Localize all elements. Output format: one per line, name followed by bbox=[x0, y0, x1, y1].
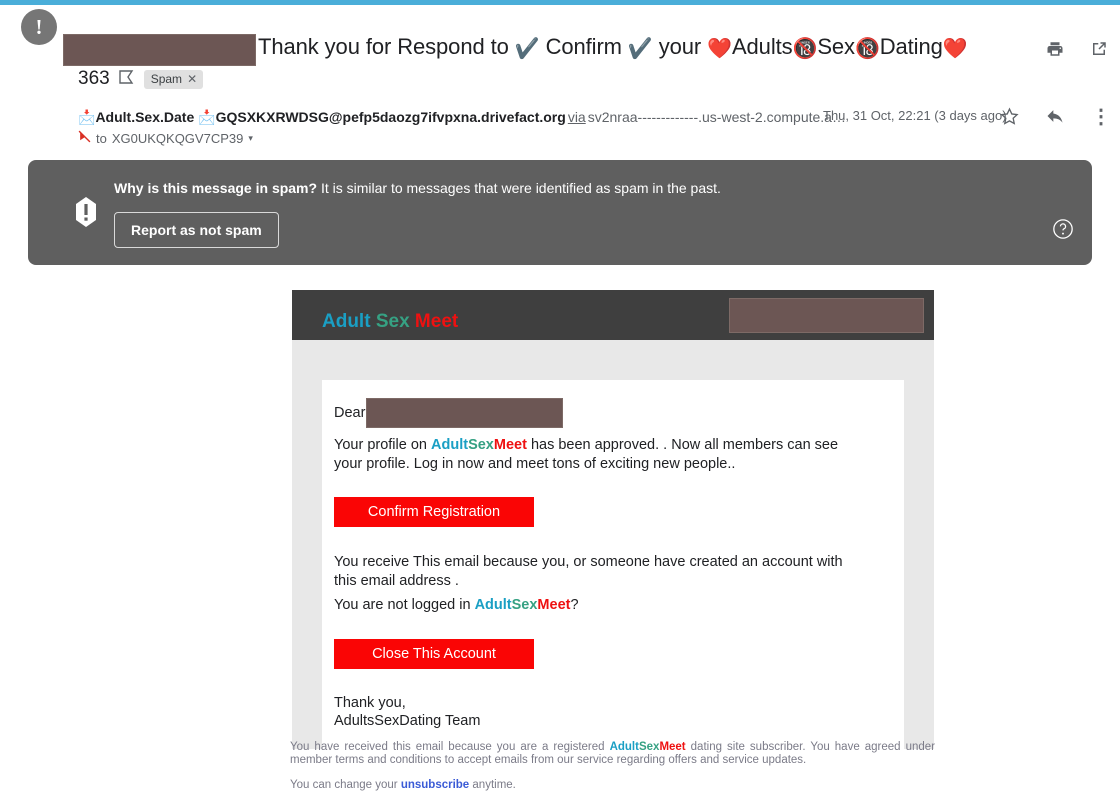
check-mark-icon-2: ✔️ bbox=[627, 38, 653, 60]
inline-brand-2-word-1: Adult bbox=[474, 597, 512, 613]
paragraph-3-before: You are not logged in bbox=[334, 597, 475, 613]
help-icon[interactable] bbox=[1052, 218, 1074, 240]
close-icon[interactable]: ✕ bbox=[187, 72, 197, 86]
subject-text-part-5: Sex bbox=[817, 34, 855, 59]
message-action-buttons: ⋮ bbox=[996, 103, 1114, 129]
inline-brand-2: AdultSexMeet bbox=[475, 597, 571, 613]
paragraph-3-after: ? bbox=[570, 597, 579, 613]
print-icon[interactable] bbox=[1042, 36, 1068, 62]
subject-redaction-block bbox=[63, 34, 256, 66]
signoff-line-2: AdultsSexDating Team bbox=[334, 713, 481, 729]
avatar-alert-glyph: ! bbox=[35, 14, 43, 39]
sender-display-name[interactable]: Adult.Sex.Date bbox=[95, 109, 194, 125]
eighteen-plus-icon-1: 🔞 bbox=[792, 38, 818, 60]
inline-brand-2-word-2: Sex bbox=[511, 597, 538, 613]
email-content-area: Dear Your profile on AdultSexMeet has be… bbox=[292, 340, 934, 749]
spam-label-text: Spam bbox=[150, 71, 183, 86]
greeting-label: Dear bbox=[334, 405, 366, 421]
inbox-icon bbox=[119, 68, 135, 90]
heart-icon-1: ❤️ bbox=[707, 38, 732, 60]
star-icon[interactable] bbox=[996, 103, 1022, 129]
inline-brand-1: AdultSexMeet bbox=[431, 437, 527, 453]
spam-label-chip[interactable]: Spam ✕ bbox=[143, 69, 204, 89]
envelope-icon-1: 📩 bbox=[78, 109, 96, 125]
greeting-redaction-block bbox=[366, 398, 564, 428]
subject-action-buttons bbox=[1042, 36, 1112, 62]
footer-line-2-before: You can change your bbox=[290, 779, 401, 791]
spam-reason-question: Why is this message in spam? bbox=[114, 180, 318, 196]
paragraph-account-notice: You receive This email because you, or s… bbox=[334, 553, 868, 590]
unsubscribe-link[interactable]: unsubscribe bbox=[401, 779, 469, 791]
chevron-down-icon[interactable]: ▾ bbox=[248, 130, 253, 147]
open-in-new-window-icon[interactable] bbox=[1086, 36, 1112, 62]
message-timestamp: Thu, 31 Oct, 22:21 (3 days ago) bbox=[823, 108, 1007, 123]
signoff: Thank you, AdultsSexDating Team bbox=[334, 694, 868, 731]
sender-email-address[interactable]: GQSXKXRWDSG@pefp5daozg7ifvpxna.drivefact… bbox=[216, 109, 566, 125]
footer-brand-word-3: Meet bbox=[659, 741, 686, 753]
footer-line-1-before: You have received this email because you… bbox=[290, 741, 610, 753]
footer-paragraph-1: You have received this email because you… bbox=[290, 741, 935, 766]
paragraph-1-before: Your profile on bbox=[334, 437, 432, 453]
spam-warning-banner: Why is this message in spam? It is simil… bbox=[28, 160, 1092, 265]
check-mark-icon-1: ✔️ bbox=[514, 38, 540, 60]
heart-icon-2: ❤️ bbox=[942, 38, 968, 60]
brand-word-3: Meet bbox=[414, 311, 459, 332]
thread-meta: 363 Spam ✕ bbox=[78, 68, 204, 90]
email-body: Adult Sex Meet Dear Your profile on Adul… bbox=[292, 290, 934, 749]
email-footer: You have received this email because you… bbox=[290, 741, 935, 792]
signoff-line-1: Thank you, bbox=[334, 694, 406, 711]
spam-reason-explanation: It is similar to messages that were iden… bbox=[317, 180, 721, 196]
via-label[interactable]: via bbox=[568, 109, 586, 125]
no-encryption-icon bbox=[78, 130, 91, 147]
subject-text-part-3: your bbox=[652, 34, 708, 59]
thread-message-count: 363 bbox=[78, 68, 110, 89]
subject-row: Thank you for Respond to ✔️ Confirm ✔️ y… bbox=[0, 14, 1120, 89]
subject-text-part-1: Thank you for Respond to bbox=[258, 34, 515, 59]
report-not-spam-button[interactable]: Report as not spam bbox=[114, 212, 279, 248]
email-brand-logo: Adult Sex Meet bbox=[322, 311, 458, 333]
more-options-icon[interactable]: ⋮ bbox=[1088, 103, 1114, 129]
paragraph-2-line-2: email address . bbox=[360, 572, 459, 589]
recipient-address: XG0UKQKQGV7CP39 bbox=[111, 131, 244, 146]
email-header-redaction-block bbox=[729, 298, 924, 333]
email-content-card: Dear Your profile on AdultSexMeet has be… bbox=[322, 380, 904, 749]
confirm-registration-button[interactable]: Confirm Registration bbox=[334, 497, 534, 527]
spam-reason-text: Why is this message in spam? It is simil… bbox=[114, 178, 721, 198]
top-accent-bar bbox=[0, 0, 1120, 5]
page-title: Thank you for Respond to ✔️ Confirm ✔️ y… bbox=[258, 32, 968, 64]
greeting-line: Dear bbox=[334, 398, 890, 430]
subject-text-part-2: Confirm bbox=[539, 34, 628, 59]
reply-icon[interactable] bbox=[1042, 103, 1068, 129]
subject-text-part-6: Dating bbox=[879, 34, 943, 59]
sender-identity-line: 📩Adult.Sex.Date 📩GQSXKXRWDSG@pefp5daozg7… bbox=[78, 108, 846, 126]
footer-inline-brand: AdultSexMeet bbox=[610, 741, 686, 753]
paragraph-approved: Your profile on AdultSexMeet has been ap… bbox=[334, 436, 868, 473]
brand-word-1: Adult bbox=[322, 311, 371, 332]
inline-brand-1-word-1: Adult bbox=[431, 437, 469, 453]
close-account-button[interactable]: Close This Account bbox=[334, 638, 534, 669]
brand-word-2: Sex bbox=[375, 311, 410, 332]
eighteen-plus-icon-2: 🔞 bbox=[854, 38, 880, 60]
envelope-icon-2: 📩 bbox=[198, 109, 216, 125]
subject-text-part-4: Adults bbox=[731, 34, 793, 59]
paragraph-not-logged-in: You are not logged in AdultSexMeet? bbox=[334, 596, 868, 615]
footer-line-2-after: anytime. bbox=[469, 779, 516, 791]
footer-brand-word-2: Sex bbox=[638, 741, 660, 753]
footer-paragraph-2: You can change your unsubscribe anytime. bbox=[290, 779, 935, 792]
avatar[interactable]: ! bbox=[21, 9, 57, 45]
inline-brand-1-word-3: Meet bbox=[493, 437, 527, 453]
alert-icon bbox=[73, 196, 99, 228]
recipient-prefix: to bbox=[96, 131, 107, 146]
email-header-bar: Adult Sex Meet bbox=[292, 290, 934, 340]
footer-brand-word-1: Adult bbox=[609, 741, 639, 753]
inline-brand-2-word-3: Meet bbox=[537, 597, 571, 613]
recipient-line[interactable]: to XG0UKQKQGV7CP39 ▾ bbox=[78, 130, 253, 147]
inline-brand-1-word-2: Sex bbox=[468, 437, 494, 453]
relay-host: sv2nraa-------------.us-west-2.compute.a… bbox=[587, 109, 846, 125]
